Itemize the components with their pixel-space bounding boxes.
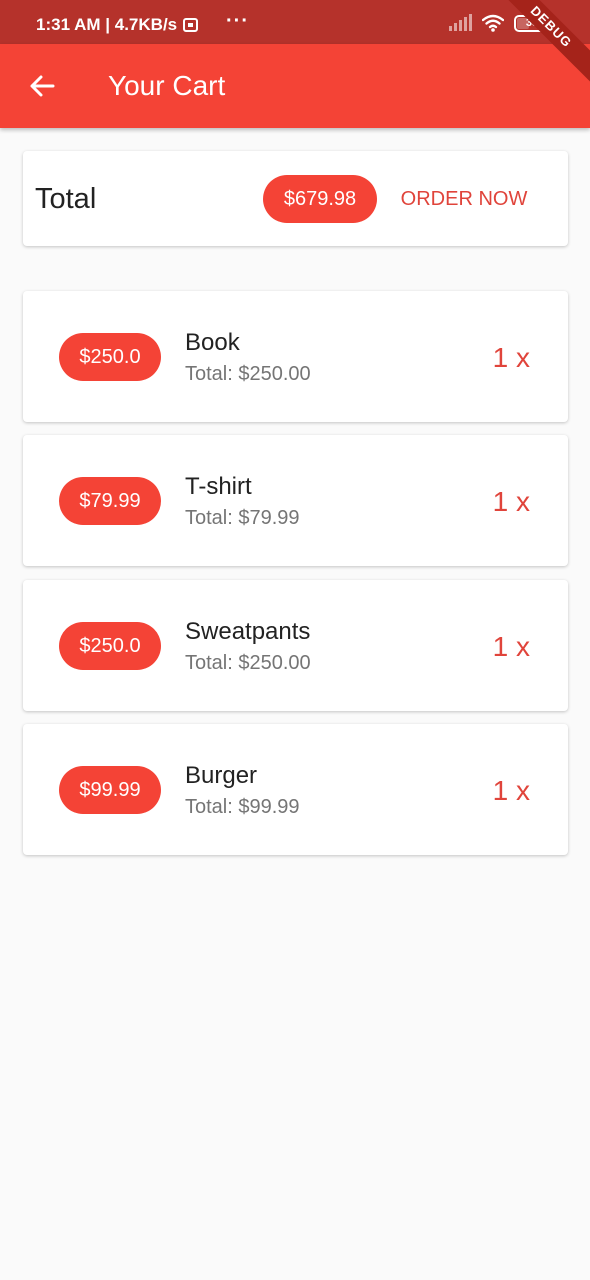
item-price-chip: $250.0 [59, 333, 161, 381]
item-quantity: 1 x [492, 631, 530, 662]
wifi-icon [482, 14, 504, 32]
item-total: Total: $250.00 [185, 652, 311, 674]
item-price-chip: $250.0 [59, 622, 161, 670]
item-quantity: 1 x [492, 486, 530, 517]
more-notifications-icon: ··· [226, 10, 249, 32]
total-amount-chip: $679.98 [263, 175, 377, 223]
status-time-speed: 1:31 AM | 4.7KB/s [36, 15, 178, 34]
item-title: Burger [185, 762, 258, 789]
signal-icon [449, 14, 472, 31]
cart-item[interactable]: $250.0 Sweatpants Total: $250.00 1 x [23, 580, 568, 711]
page-title: Your Cart [108, 70, 226, 101]
app-bar: Your Cart [0, 44, 590, 128]
cart-item[interactable]: $99.99 Burger Total: $99.99 1 x [23, 724, 568, 855]
arrow-back-icon [30, 75, 55, 97]
item-title: Sweatpants [185, 618, 311, 645]
item-quantity: 1 x [492, 775, 530, 806]
status-left: 1:31 AM | 4.7KB/s [36, 15, 199, 35]
order-now-button[interactable]: ORDER NOW [389, 175, 539, 223]
cart-item[interactable]: $250.0 Book Total: $250.00 1 x [23, 291, 568, 422]
notification-icon [183, 18, 199, 32]
item-price-chip: $79.99 [59, 477, 161, 525]
item-total: Total: $99.99 [185, 796, 300, 818]
back-button[interactable] [22, 64, 62, 108]
item-total: Total: $250.00 [185, 363, 311, 385]
status-bar: 1:31 AM | 4.7KB/s ··· 38 [0, 0, 590, 44]
item-quantity: 1 x [492, 342, 530, 373]
item-total: Total: $79.99 [185, 507, 300, 529]
item-price-chip: $99.99 [59, 766, 161, 814]
total-label: Total [35, 183, 97, 215]
item-title: Book [185, 329, 240, 356]
total-card: Total $679.98 ORDER NOW [23, 151, 568, 246]
cart-item[interactable]: $79.99 T-shirt Total: $79.99 1 x [23, 435, 568, 566]
item-title: T-shirt [185, 473, 252, 500]
